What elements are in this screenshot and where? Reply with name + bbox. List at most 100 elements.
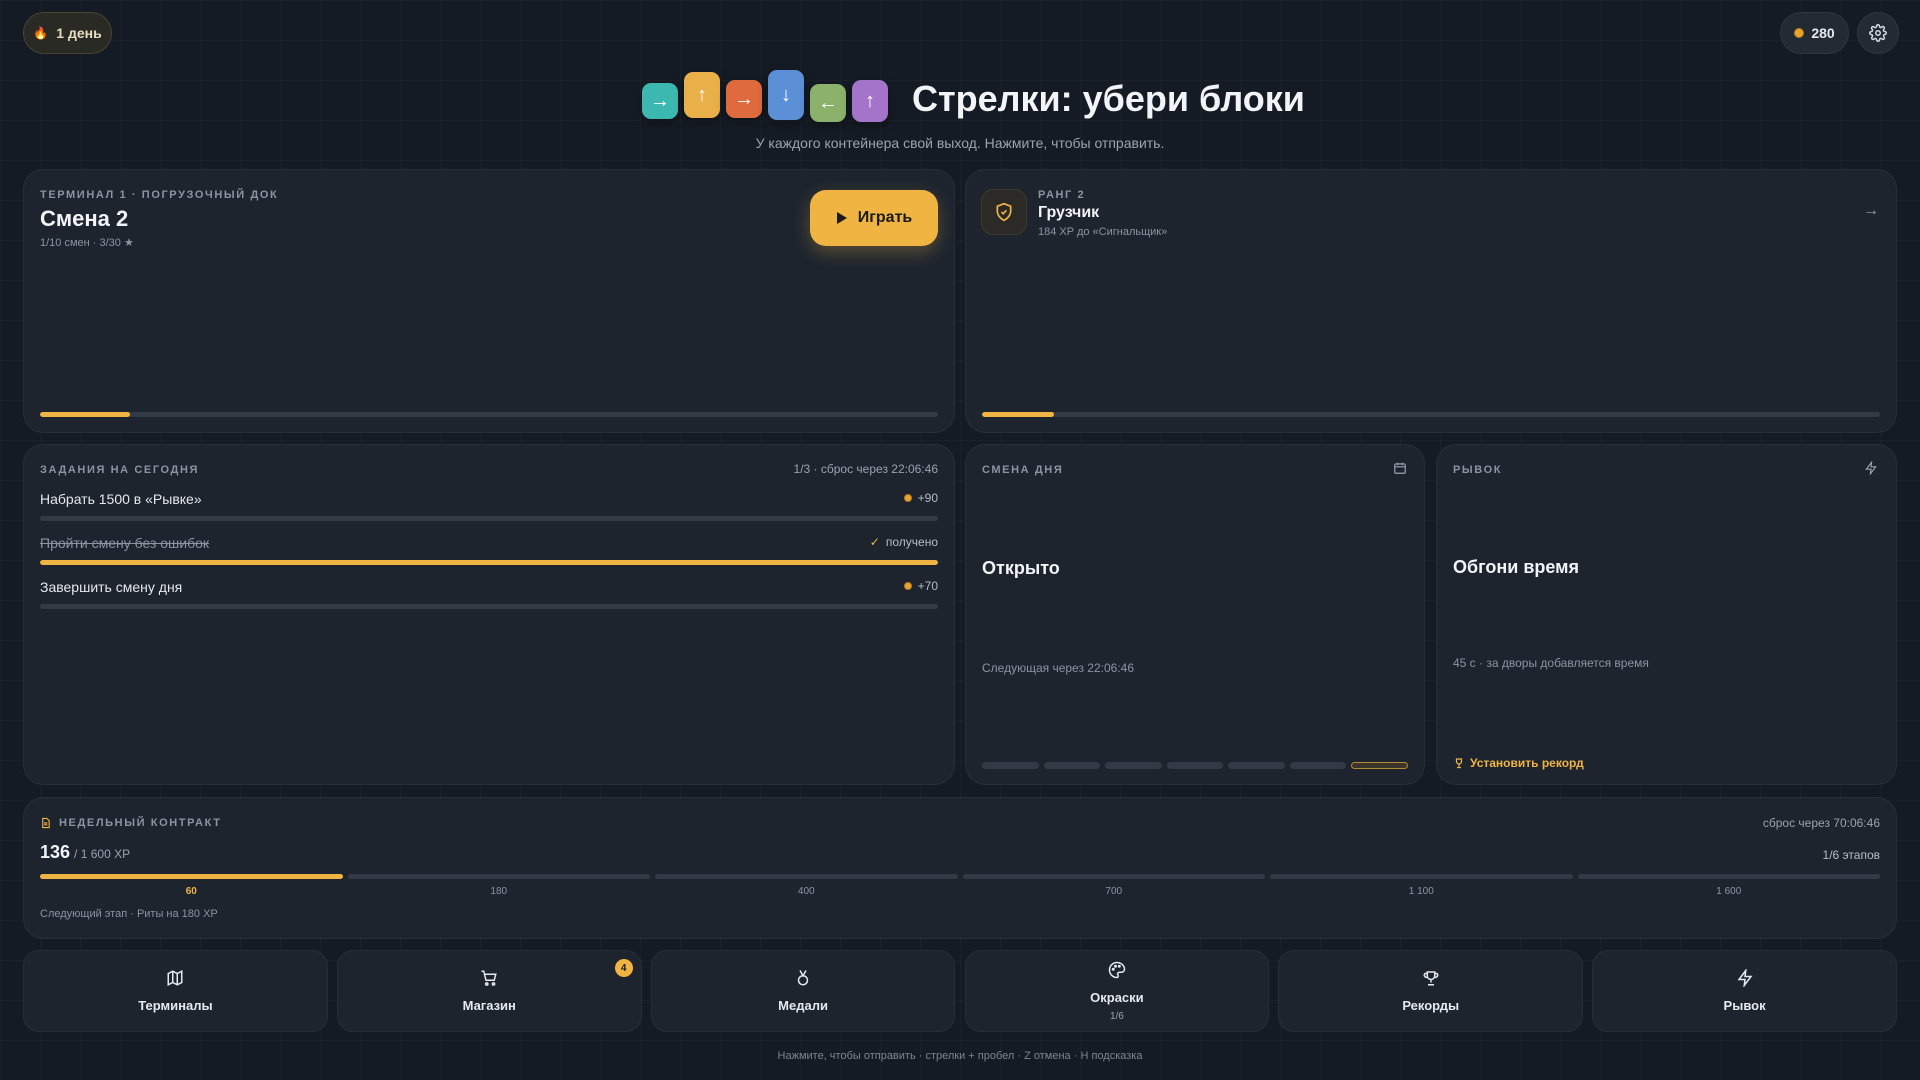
nav-palette[interactable]: Окраски 1/6 — [964, 950, 1270, 1032]
nav-badge: 4 — [614, 959, 633, 977]
nav-sublabel: 1/6 — [1109, 1010, 1124, 1022]
contract-card — [23, 797, 1897, 939]
day-segment — [1228, 762, 1285, 769]
check-icon: ✓ — [869, 535, 880, 549]
nav-label: Рывок — [1723, 998, 1766, 1013]
bolt-icon — [1864, 460, 1878, 480]
task-reward-value: +70 — [917, 579, 938, 593]
task-reward: +70 — [903, 579, 938, 593]
task-reward: ✓ получено — [870, 535, 938, 549]
arrow-right-icon[interactable]: → — [1863, 202, 1879, 220]
map-icon — [166, 969, 184, 992]
contract-milestone: 700 — [1105, 886, 1123, 897]
contract-segment — [655, 874, 958, 879]
rush-card[interactable] — [1436, 444, 1897, 785]
day-segment — [982, 762, 1039, 769]
contract-xp-total: / 1 600 XP — [74, 847, 131, 861]
logo-tile-4: ← — [810, 84, 846, 122]
page-subtitle: У каждого контейнера свой выход. Нажмите… — [755, 135, 1165, 151]
settings-button[interactable] — [1857, 12, 1899, 54]
logo-tile-3: ↓ — [768, 70, 804, 120]
rush-title: Обгони время — [1453, 557, 1579, 577]
nav-trophy[interactable]: Рекорды — [1278, 950, 1584, 1032]
shift-title: Смена 2 — [40, 206, 129, 231]
contract-milestone: 1 100 — [1408, 886, 1434, 897]
task-progress — [40, 560, 938, 565]
medal-icon — [794, 969, 812, 992]
contract-caption: НЕДЕЛЬНЫЙ КОНТРАКТ — [59, 817, 222, 829]
nav-bolt[interactable]: Рывок — [1592, 950, 1897, 1032]
task-item: Завершить смену дня +70 — [40, 579, 938, 595]
trophy-icon — [1455, 758, 1463, 769]
set-record-link[interactable]: Установить рекорд — [1453, 756, 1584, 770]
play-label: Играть — [857, 209, 913, 226]
shield-icon — [996, 202, 1012, 222]
rank-meta: 184 XP до «Сигнальщик» — [1038, 226, 1168, 238]
task-reward-value: получено — [885, 535, 938, 549]
daily-status: Открыто — [982, 558, 1060, 578]
day-segment — [1166, 762, 1224, 769]
daily-caption: СМЕНА ДНЯ — [982, 464, 1064, 476]
nav-label: Терминалы — [138, 998, 213, 1013]
task-label: Пройти смену без ошибок — [40, 535, 210, 551]
daily-next: Следующая через 22:06:46 — [982, 661, 1135, 675]
coin-balance: 280 — [1780, 12, 1849, 54]
flame-icon: 🔥 — [33, 26, 49, 40]
logo-tile-2: → — [726, 80, 762, 118]
rank-badge — [981, 189, 1027, 235]
trophy-icon — [1422, 969, 1440, 992]
day-segment — [1105, 762, 1162, 769]
contract-milestone: 400 — [797, 886, 815, 897]
contract-reset: сброс через 70:06:46 — [1762, 816, 1880, 830]
page-title: Стрелки: убери блоки — [912, 78, 1305, 119]
contract-milestone: 180 — [490, 886, 508, 897]
bolt-icon — [1736, 967, 1754, 992]
streak-badge[interactable]: 🔥 1 день — [23, 12, 112, 54]
streak-label: 1 день — [56, 25, 102, 41]
logo-tile-0: → — [642, 83, 678, 119]
day-segment — [1043, 762, 1101, 769]
nav-cart[interactable]: Магазин 4 — [336, 950, 642, 1032]
task-progress — [40, 516, 938, 521]
contract-segment — [1577, 874, 1880, 879]
nav-label: Рекорды — [1402, 998, 1460, 1013]
palette-icon — [1108, 961, 1126, 984]
contract-stages: 1/6 этапов — [1822, 848, 1880, 862]
task-item-done: Пройти смену без ошибок ✓ получено — [40, 535, 938, 551]
task-reward: +90 — [903, 491, 938, 505]
rush-caption: РЫВОК — [1453, 464, 1503, 476]
contract-segment — [347, 874, 650, 879]
task-item: Набрать 1500 в «Рывке» +90 — [40, 491, 938, 507]
play-button[interactable]: Играть — [810, 190, 938, 246]
coin-icon — [1794, 28, 1805, 38]
contract-segment — [40, 874, 343, 879]
set-record-label: Установить рекорд — [1470, 756, 1584, 770]
rush-meta: 45 с · за дворы добавляется время — [1453, 656, 1649, 670]
cart-icon — [480, 969, 498, 992]
daily-shift-card[interactable] — [965, 444, 1425, 785]
contract-header: НЕДЕЛЬНЫЙ КОНТРАКТ — [40, 817, 222, 829]
logo-tile-5: ↑ — [852, 80, 888, 122]
nav-label: Магазин — [462, 998, 516, 1013]
nav-medal[interactable]: Медали — [650, 950, 956, 1032]
contract-next-stage: Следующий этап · Риты на 180 XP — [40, 908, 218, 920]
coin-icon — [903, 582, 912, 590]
calendar-icon — [1393, 461, 1407, 480]
contract-milestone: 1 600 — [1716, 886, 1742, 897]
task-label: Набрать 1500 в «Рывке» — [40, 491, 202, 507]
contract-segment — [1270, 874, 1573, 879]
rank-progress — [982, 412, 1880, 417]
day-segment — [1351, 762, 1408, 769]
rank-card[interactable] — [965, 169, 1897, 433]
contract-milestone: 60 — [185, 886, 197, 897]
rank-caption: РАНГ 2 — [1038, 189, 1086, 201]
nav-map[interactable]: Терминалы — [23, 950, 328, 1032]
nav-label: Окраски — [1090, 989, 1144, 1005]
coin-icon — [903, 494, 912, 502]
document-icon — [42, 817, 50, 829]
task-label: Завершить смену дня — [40, 579, 183, 595]
terminal-progress-fill — [40, 412, 130, 417]
contract-segment — [962, 874, 1265, 879]
terminal-progress — [40, 412, 938, 417]
nav-label: Медали — [778, 998, 828, 1013]
